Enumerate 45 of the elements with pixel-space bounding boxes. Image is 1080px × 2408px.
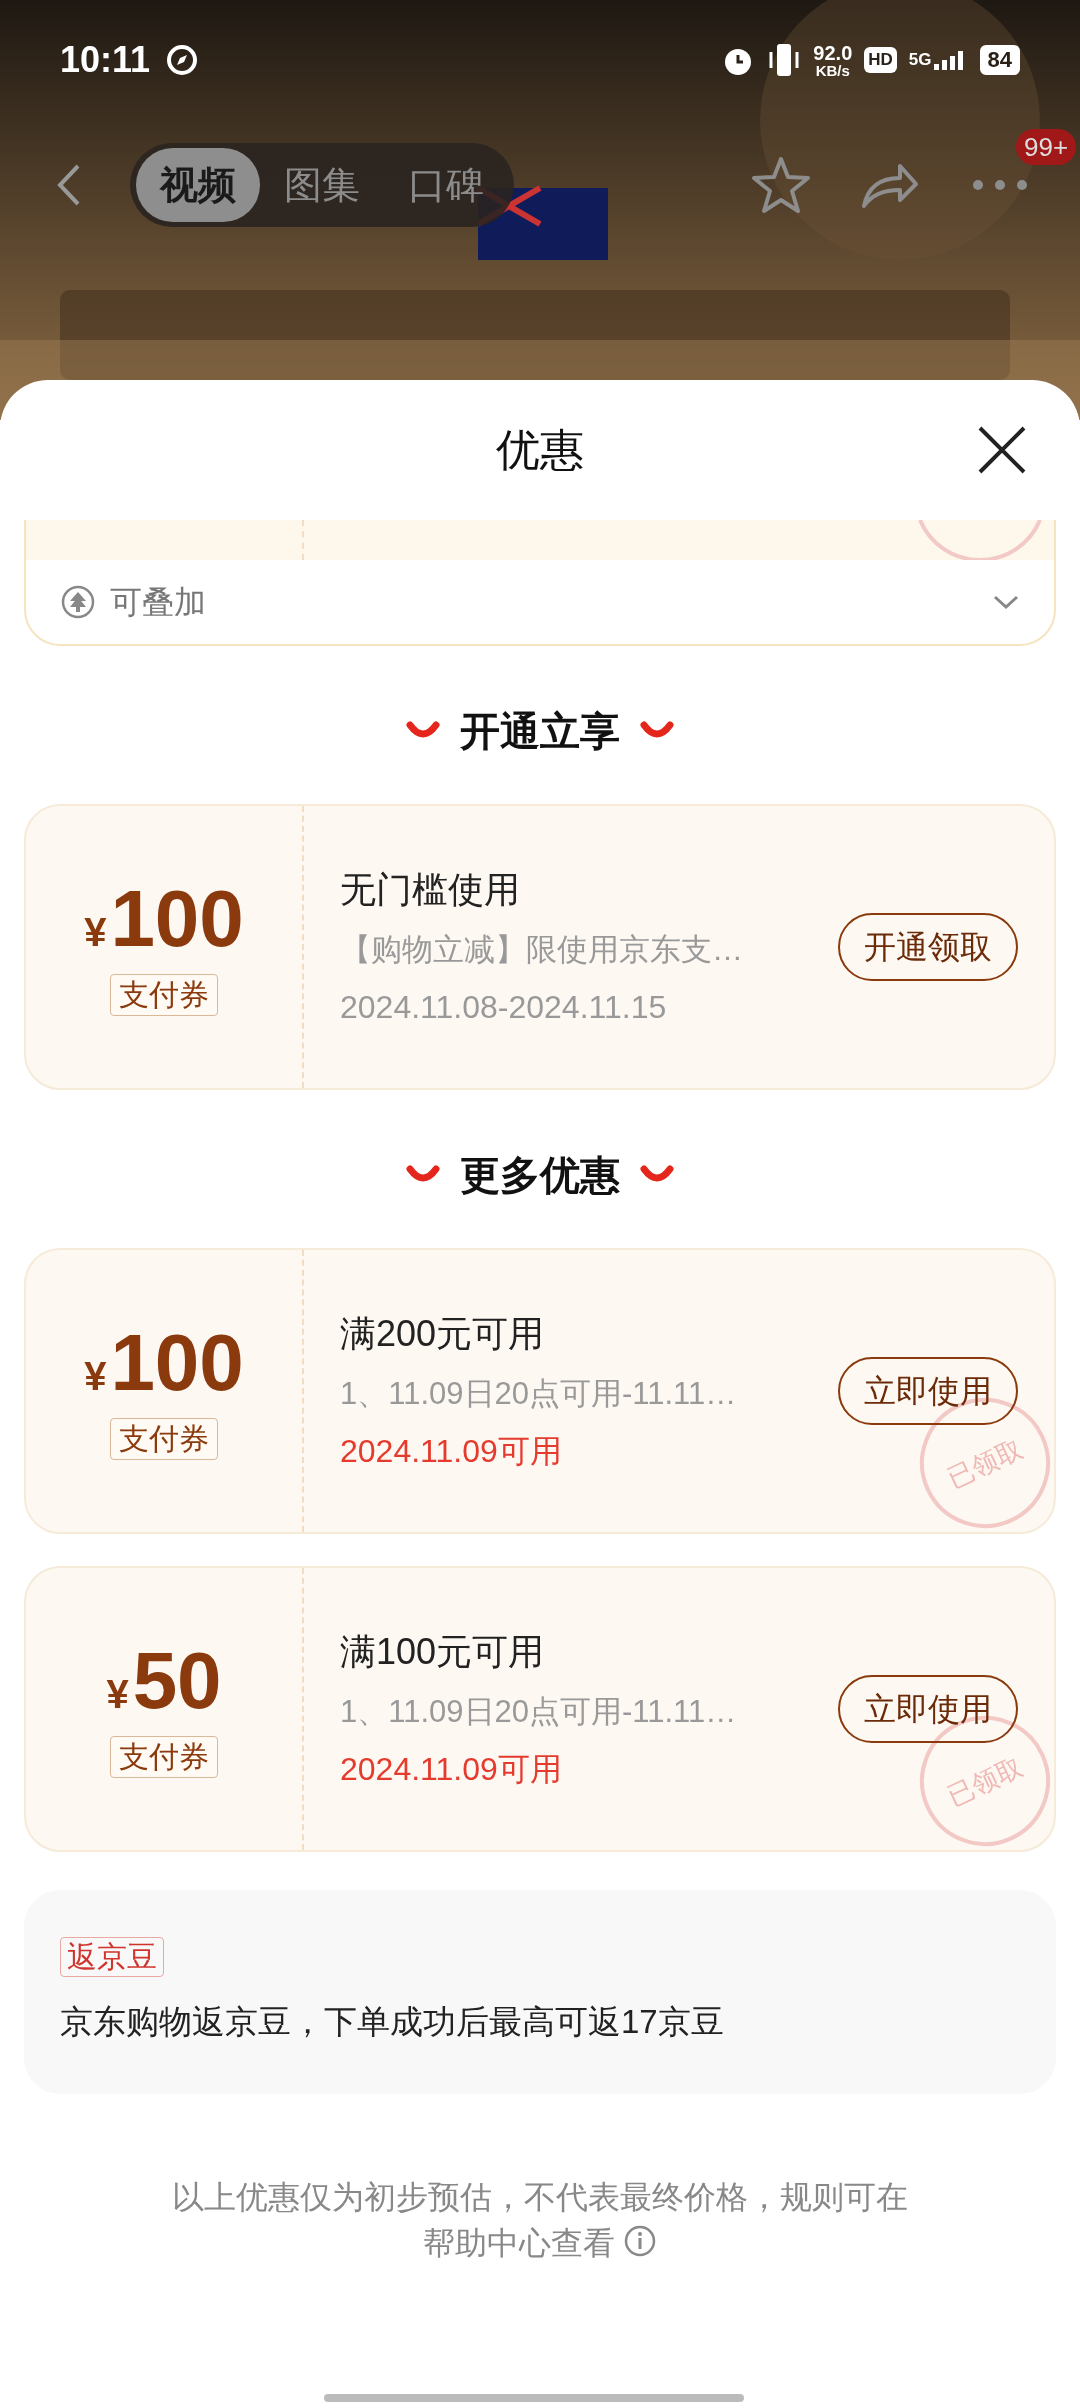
star-icon[interactable] [750,155,812,215]
coupon-action-button[interactable]: 立即使用 [838,1675,1018,1743]
battery-indicator: 84 [979,45,1020,75]
section-title: 开通立享 [460,708,620,755]
coupon-type-tag: 支付券 [110,973,218,1016]
coupon-type-tag: 支付券 [110,1735,218,1778]
close-icon[interactable] [976,424,1028,476]
currency-symbol: ¥ [106,1670,129,1718]
vibrate-icon [767,42,802,78]
chevron-down-icon[interactable] [992,593,1020,611]
network-speed-unit: KB/s [815,62,850,78]
more-icon[interactable] [970,177,1030,193]
coupon-title: 无门槛使用 [340,867,521,912]
coupon-validity: 2024.11.09可用 [340,1750,563,1790]
sheet-title: 优惠 [496,424,584,476]
hd-badge: HD [864,47,897,73]
compass-icon [166,44,199,76]
stack-label: 可叠加 [110,583,206,622]
disclaimer-text: 以上优惠仅为初步预估，不代表最终价格，规则可在帮助中心查看 [171,2178,909,2263]
coupon-validity: 2024.11.08-2024.11.15 [340,988,668,1028]
beans-tag: 返京豆 [60,1937,164,1978]
currency-symbol: ¥ [84,908,107,956]
coupon-description: 【购物立减】限使用京东支… [340,930,744,969]
coupon-amount: 100 [110,1322,244,1403]
coupon-amount: 50 [132,1640,222,1721]
coupon-type-tag: 支付券 [110,1417,218,1460]
stack-icon [60,584,96,620]
coupon-amount: 100 [110,878,244,959]
coupon-description: 1、11.09日20点可用-11.11… [340,1692,738,1731]
info-icon[interactable] [623,2224,657,2258]
currency-symbol: ¥ [84,1352,107,1400]
coupon-title: 满100元可用 [340,1629,546,1674]
media-tab[interactable]: 图集 [260,148,384,222]
network-type: 5G [908,49,932,72]
coupon-validity: 2024.11.09可用 [340,1432,563,1472]
beans-description: 京东购物返京豆，下单成功后最高可返17京豆 [60,2002,725,2043]
network-speed: 92.0 [813,42,853,63]
coupon-title: 满200元可用 [340,1311,546,1356]
coupon-action-button[interactable]: 立即使用 [838,1357,1018,1425]
media-tab[interactable]: 视频 [136,148,260,222]
status-time: 10:11 [60,38,151,82]
coupon-action-button[interactable]: 开通领取 [838,913,1018,981]
media-tab[interactable]: 口碑 [384,148,508,222]
section-title: 更多优惠 [460,1152,620,1199]
coupon-description: 1、11.09日20点可用-11.11… [340,1374,738,1413]
